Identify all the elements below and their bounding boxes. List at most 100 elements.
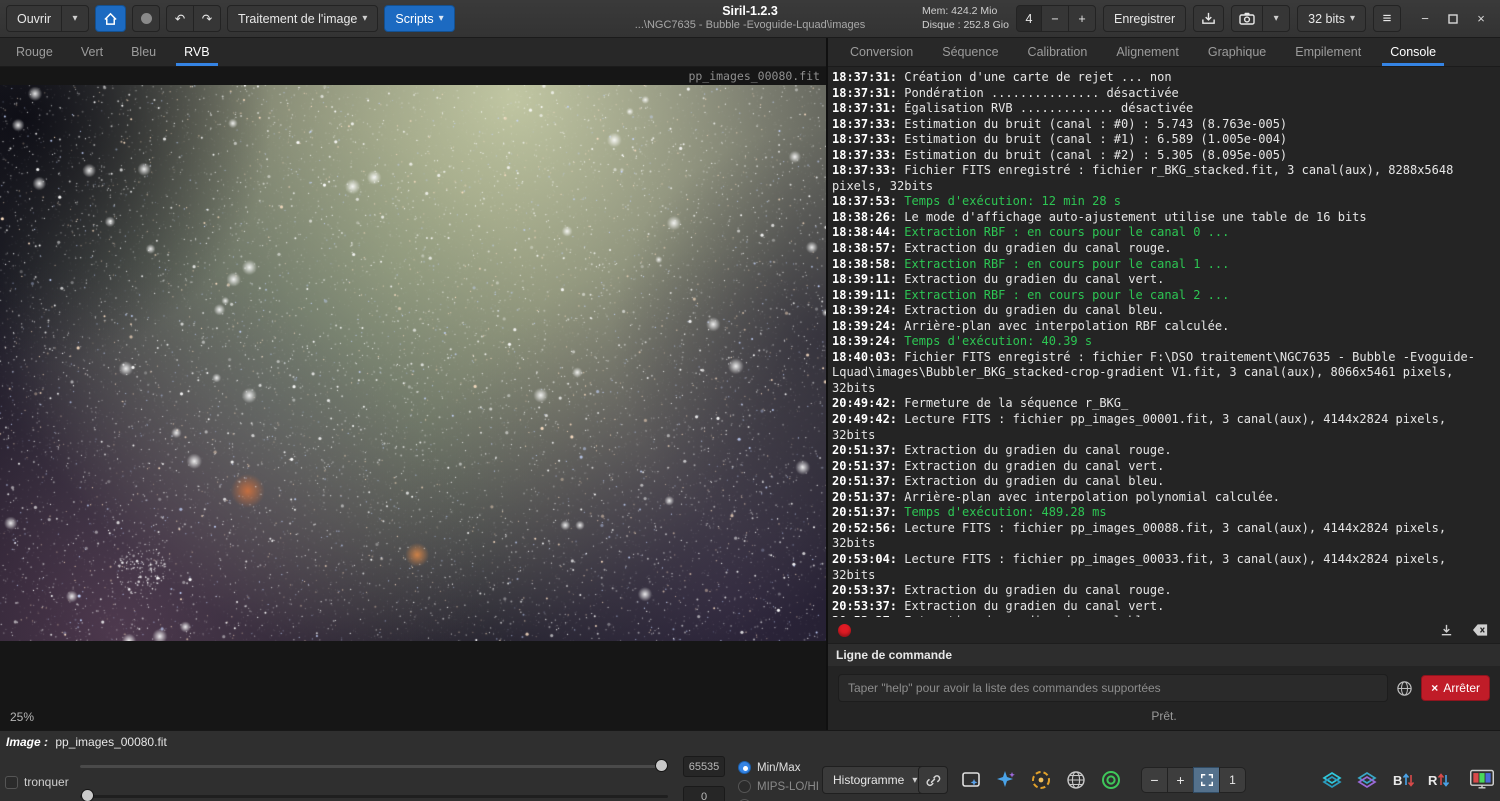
save-as-button[interactable] (1193, 5, 1224, 32)
minmax-radio[interactable] (738, 761, 751, 774)
chevron-down-icon: ▾ (73, 13, 78, 24)
tab-empilement[interactable]: Empilement (1281, 38, 1375, 66)
globe-wireframe-icon (1065, 769, 1087, 791)
minus-icon: − (1150, 772, 1158, 788)
main-area: Rouge Vert Bleu RVB pp_images_00080.fit … (0, 38, 1500, 730)
mips-radio[interactable] (738, 780, 751, 793)
maximize-button[interactable] (1440, 6, 1466, 32)
undo-button[interactable]: ↶ (166, 5, 194, 32)
menu-button[interactable]: ≡ (1373, 5, 1401, 32)
zoom-in-button[interactable]: + (1167, 767, 1194, 793)
truncate-option: tronquer (5, 775, 69, 789)
workflow-tabs: Conversion Séquence Calibration Aligneme… (828, 38, 1500, 67)
tab-graphique[interactable]: Graphique (1194, 38, 1280, 66)
tab-console[interactable]: Console (1376, 38, 1450, 66)
snapshot-dropdown-button[interactable]: ▾ (1262, 5, 1290, 32)
console-log[interactable]: 18:37:31: Création d'une carte de rejet … (828, 67, 1500, 617)
layers-teal-button[interactable] (1354, 767, 1380, 793)
astrometry-button[interactable] (1063, 767, 1089, 793)
radio-row-minmax[interactable]: Min/Max (738, 758, 819, 777)
resource-usage: Mem: 424.2 Mio Disque : 252.8 Gio (922, 5, 1009, 32)
image-filename: pp_images_00080.fit (55, 735, 166, 749)
high-cutoff-value[interactable]: 65535 (683, 756, 725, 777)
scripts-menu-button[interactable]: Scripts ▾ (384, 5, 454, 32)
minimize-icon: − (1421, 11, 1429, 26)
clear-log-button[interactable] (1471, 622, 1490, 638)
display-mode-dropdown[interactable]: Histogramme ▾ (822, 766, 928, 794)
language-button[interactable] (1395, 679, 1414, 698)
zoom-out-button[interactable]: − (1141, 767, 1168, 793)
display-mode-radios: Min/Max MIPS-LO/HI (738, 758, 819, 801)
close-button[interactable]: × (1468, 6, 1494, 32)
link-channels-button[interactable] (918, 766, 948, 794)
open-dropdown-button[interactable]: ▾ (61, 5, 89, 32)
clear-log-icon (1472, 623, 1489, 637)
cyan-layers-icon (1320, 769, 1344, 791)
command-input[interactable] (838, 674, 1388, 702)
image-processing-menu-button[interactable]: Traitement de l'image ▾ (227, 5, 378, 32)
channel-b-swap-button[interactable]: B (1389, 767, 1415, 793)
snapshot-button-group: ▾ (1231, 5, 1290, 32)
close-icon: × (1477, 11, 1485, 26)
threads-value[interactable]: 4 (1016, 5, 1042, 32)
redo-button[interactable]: ↷ (193, 5, 221, 32)
channel-r-swap-button[interactable]: R (1424, 767, 1450, 793)
status-text: Prêt. (828, 704, 1500, 730)
tab-alignement[interactable]: Alignement (1102, 38, 1193, 66)
chevron-down-icon: ▾ (362, 13, 367, 24)
channel-b-arrows-icon: B (1390, 769, 1414, 791)
layers-cyan-button[interactable] (1319, 767, 1345, 793)
chevron-down-icon: ▾ (1274, 13, 1279, 24)
tab-conversion[interactable]: Conversion (836, 38, 927, 66)
open-button[interactable]: Ouvrir (6, 5, 62, 32)
astro-image[interactable] (0, 85, 826, 641)
tab-rvb[interactable]: RVB (170, 38, 223, 66)
app-title: Siril-1.2.3 (635, 4, 866, 18)
undo-icon: ↶ (175, 11, 185, 26)
snapshot-button[interactable] (1231, 5, 1263, 32)
memory-usage: Mem: 424.2 Mio (922, 5, 1009, 19)
high-cutoff-slider[interactable] (80, 765, 668, 768)
tab-sequence[interactable]: Séquence (928, 38, 1012, 66)
headerbar: Ouvrir ▾ ↶ ↷ Traitement de l'image ▾ Scr… (0, 0, 1500, 38)
registration-button[interactable] (1098, 767, 1124, 793)
tab-bleu[interactable]: Bleu (117, 38, 170, 66)
record-button[interactable] (132, 5, 160, 32)
radio-row-mips[interactable]: MIPS-LO/HI (738, 777, 819, 796)
tab-vert[interactable]: Vert (67, 38, 117, 66)
open-button-group: Ouvrir ▾ (6, 5, 89, 32)
zoom-one-button[interactable]: 1 (1219, 767, 1246, 793)
export-log-button[interactable] (1438, 622, 1455, 639)
tab-rouge[interactable]: Rouge (2, 38, 67, 66)
zoom-fit-button[interactable] (1193, 767, 1220, 793)
stop-button[interactable]: × Arrêter (1421, 675, 1490, 701)
low-cutoff-slider[interactable] (80, 795, 668, 798)
threads-minus-button[interactable]: − (1041, 5, 1069, 32)
star-detection-button[interactable] (993, 767, 1019, 793)
siril-window: Ouvrir ▾ ↶ ↷ Traitement de l'image ▾ Scr… (0, 0, 1500, 801)
minimize-button[interactable]: − (1412, 6, 1438, 32)
low-slider-handle[interactable] (81, 789, 94, 801)
threads-plus-button[interactable]: + (1068, 5, 1096, 32)
command-line-label: Ligne de commande (828, 643, 1500, 666)
home-button[interactable] (95, 5, 126, 32)
svg-text:B: B (1393, 773, 1402, 788)
radio-row-clipped[interactable] (738, 796, 819, 801)
scripts-label: Scripts (395, 12, 433, 26)
svg-text:R: R (1428, 773, 1438, 788)
maximize-icon (1448, 14, 1458, 24)
bottom-bar: Image : pp_images_00080.fit tronquer 655… (0, 730, 1500, 801)
stop-x-icon: × (1431, 681, 1438, 695)
tab-calibration[interactable]: Calibration (1014, 38, 1102, 66)
bit-depth-dropdown[interactable]: 32 bits ▾ (1297, 5, 1366, 32)
window-controls: − × (1412, 6, 1494, 32)
low-cutoff-value[interactable]: 0 (683, 786, 725, 801)
annotate-image-button[interactable] (958, 767, 984, 793)
mips-label: MIPS-LO/HI (757, 781, 819, 793)
display-settings-button[interactable] (1469, 767, 1495, 793)
truncate-checkbox[interactable] (5, 776, 18, 789)
high-slider-handle[interactable] (655, 759, 668, 772)
photometry-button[interactable] (1028, 767, 1054, 793)
viewer-filename-strip: pp_images_00080.fit (0, 67, 826, 85)
save-button[interactable]: Enregistrer (1103, 5, 1186, 32)
